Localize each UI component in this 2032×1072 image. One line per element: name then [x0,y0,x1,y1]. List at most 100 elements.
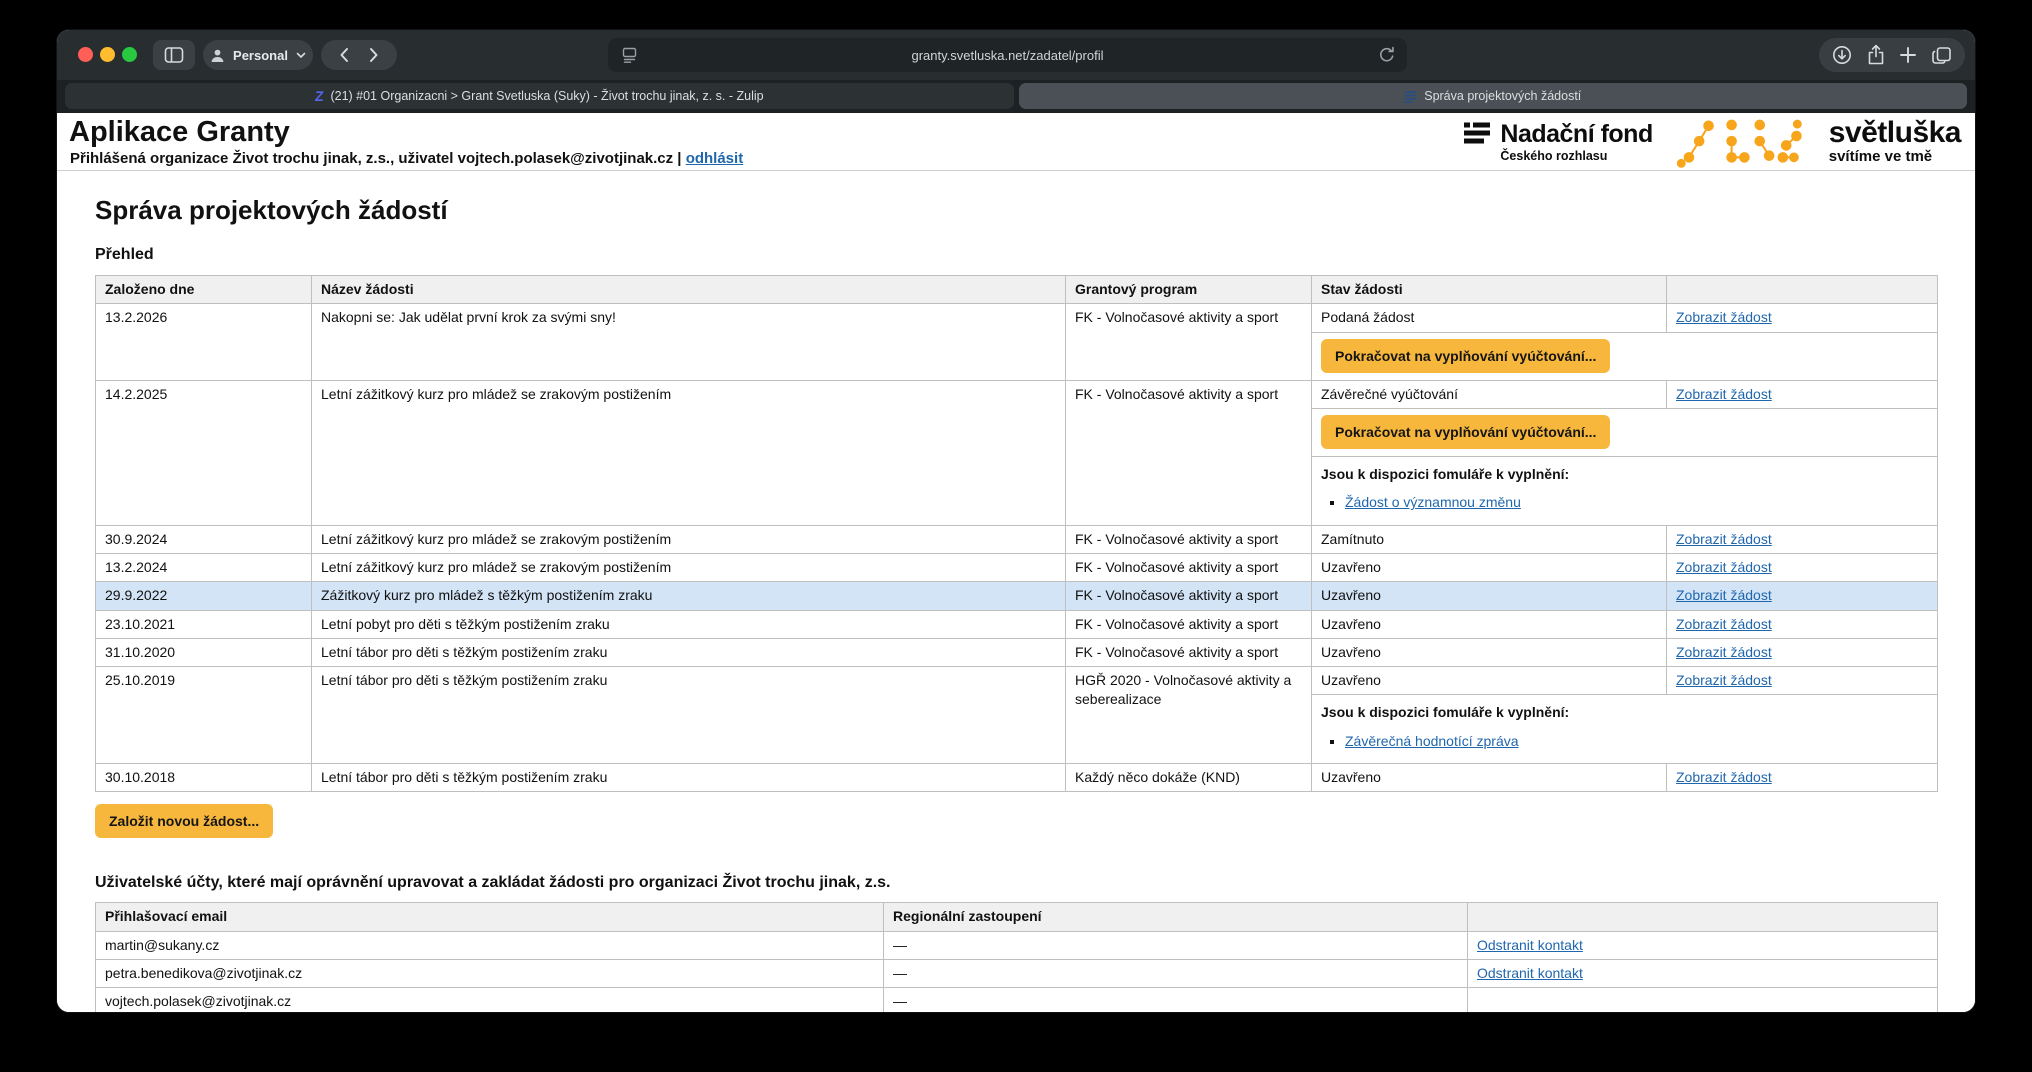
forms-list: Žádost o významnou změnu [1345,493,1928,512]
app-header: Aplikace Granty Přihlášená organizace Ži… [57,113,1975,171]
downloads-icon[interactable] [1832,45,1852,65]
tab-zulip-label: (21) #01 Organizacni > Grant Svetluska (… [330,89,763,103]
application-row: 13.2.2024Letní zážitkový kurz pro mládež… [96,553,1938,581]
application-action-cell: Zobrazit žádost [1667,667,1938,695]
application-date-cell: 25.10.2019 [96,667,312,764]
nadacni-fond-text: Nadační fond [1500,122,1652,147]
application-row: 29.9.2022Zážitkový kurz pro mládež s těž… [96,582,1938,610]
application-name-cell: Letní tábor pro děti s těžkým postižením… [312,667,1066,764]
forms-list-item: Žádost o významnou změnu [1345,493,1928,512]
remove-contact-link[interactable]: Odstranit kontakt [1477,965,1583,981]
application-program-cell: FK - Volnočasové aktivity a sport [1066,525,1312,553]
minimize-window-button[interactable] [100,47,115,62]
application-date-cell: 30.10.2018 [96,764,312,792]
users-heading: Uživatelské účty, které mají oprávnění u… [95,874,1937,892]
page-title: Správa projektových žádostí [95,195,1937,226]
chevron-down-icon [296,52,306,59]
application-program-cell: FK - Volnočasové aktivity a sport [1066,610,1312,638]
profile-label: Personal [233,48,288,63]
svetluska-text: světluška [1829,119,1961,148]
applications-table-body: 13.2.2026Nakopni se: Jak udělat první kr… [96,304,1938,792]
svitime-ve-tme-text: svítíme ve tmě [1829,148,1961,165]
col-status: Stav žádosti [1312,276,1667,304]
sidebar-toggle-button[interactable] [153,40,195,70]
application-date-cell: 30.9.2024 [96,525,312,553]
view-application-link[interactable]: Zobrazit žádost [1676,309,1772,325]
application-action-cell: Zobrazit žádost [1667,525,1938,553]
forms-available-heading: Jsou k dispozici fomuláře k vyplnění: [1321,465,1928,484]
application-action-cell: Zobrazit žádost [1667,304,1938,332]
view-application-link[interactable]: Zobrazit žádost [1676,769,1772,785]
toolbar-actions [1819,38,1965,72]
view-application-link[interactable]: Zobrazit žádost [1676,559,1772,575]
application-name-cell: Nakopni se: Jak udělat první krok za svý… [312,304,1066,380]
form-link[interactable]: Žádost o významnou změnu [1345,494,1521,510]
application-date-cell: 31.10.2020 [96,638,312,666]
remove-contact-link[interactable]: Odstranit kontakt [1477,937,1583,953]
new-tab-icon[interactable] [1899,46,1917,64]
user-region-cell: — [884,931,1468,959]
application-status-cell: Uzavřeno [1312,638,1667,666]
applications-table-header-row: Založeno dne Název žádosti Grantový prog… [96,276,1938,304]
col-regional-office: Regionální zastoupení [884,903,1468,931]
application-status-cell: Uzavřeno [1312,667,1667,695]
continue-settlement-button[interactable]: Pokračovat na vyplňování vyúčtování... [1321,339,1610,373]
application-name-cell: Letní pobyt pro děti s těžkým postižením… [312,610,1066,638]
form-link[interactable]: Závěrečná hodnotící zpráva [1345,733,1519,749]
person-icon [210,48,225,63]
user-email-cell: martin@sukany.cz [96,931,884,959]
reload-icon[interactable] [1378,46,1396,64]
address-bar[interactable]: granty.svetluska.net/zadatel/profil [608,38,1407,72]
application-action-cell: Zobrazit žádost [1667,610,1938,638]
view-application-link[interactable]: Zobrazit žádost [1676,616,1772,632]
application-action-cell: Zobrazit žádost [1667,380,1938,408]
zoom-window-button[interactable] [122,47,137,62]
view-application-link[interactable]: Zobrazit žádost [1676,644,1772,660]
tab-overview-icon[interactable] [1931,46,1952,65]
nadacni-fond-logo: Nadační fond Českého rozhlasu [1464,122,1652,163]
application-status-cell: Závěrečné vyúčtování [1312,380,1667,408]
share-icon[interactable] [1866,44,1886,66]
col-application-name: Název žádosti [312,276,1066,304]
application-status-cell: Uzavřeno [1312,582,1667,610]
application-button-cell: Pokračovat na vyplňování vyúčtování... [1312,332,1938,380]
application-action-cell: Zobrazit žádost [1667,553,1938,581]
back-icon[interactable] [339,47,349,63]
tab-zulip[interactable]: Z (21) #01 Organizacni > Grant Svetluska… [65,83,1014,109]
application-program-cell: FK - Volnočasové aktivity a sport [1066,582,1312,610]
header-logos: Nadační fond Českého rozhlasu [1464,113,1961,171]
application-program-cell: FK - Volnočasové aktivity a sport [1066,380,1312,525]
tab-granty-active[interactable]: Správa projektových žádostí [1019,83,1968,109]
view-application-link[interactable]: Zobrazit žádost [1676,386,1772,402]
page-content: Aplikace Granty Přihlášená organizace Ži… [57,113,1975,1012]
history-nav [321,40,397,70]
profile-switcher[interactable]: Personal [203,40,313,70]
ceskeho-rozhlasu-text: Českého rozhlasu [1500,149,1652,163]
application-button-cell: Pokračovat na vyplňování vyúčtování... [1312,408,1938,456]
application-status-cell: Zamítnuto [1312,525,1667,553]
application-row: 30.9.2024Letní zážitkový kurz pro mládež… [96,525,1938,553]
application-program-cell: FK - Volnočasové aktivity a sport [1066,553,1312,581]
application-name-cell: Letní zážitkový kurz pro mládež se zrako… [312,525,1066,553]
application-status-cell: Uzavřeno [1312,610,1667,638]
user-email-cell: petra.benedikova@zivotjinak.cz [96,960,884,988]
browser-toolbar: Personal granty.svetluska.net/zadatel/pr… [57,30,1975,80]
application-date-cell: 23.10.2021 [96,610,312,638]
cesky-rozhlas-icon [1464,122,1491,146]
view-application-link[interactable]: Zobrazit žádost [1676,531,1772,547]
logout-link[interactable]: odhlásit [686,150,744,167]
forward-icon[interactable] [369,47,379,63]
main-content: Správa projektových žádostí Přehled Zalo… [57,171,1975,1012]
continue-settlement-button[interactable]: Pokračovat na vyplňování vyúčtování... [1321,415,1610,449]
application-date-cell: 14.2.2025 [96,380,312,525]
users-table-header-row: Přihlašovací email Regionální zastoupení [96,903,1938,931]
close-window-button[interactable] [78,47,93,62]
view-application-link[interactable]: Zobrazit žádost [1676,587,1772,603]
view-application-link[interactable]: Zobrazit žádost [1676,672,1772,688]
application-row: 30.10.2018Letní tábor pro děti s těžkým … [96,764,1938,792]
new-application-button[interactable]: Založit novou žádost... [95,804,273,838]
application-name-cell: Letní tábor pro děti s těžkým postižením… [312,638,1066,666]
overview-heading: Přehled [95,246,1937,264]
user-row: vojtech.polasek@zivotjinak.cz— [96,988,1938,1012]
application-forms-cell: Jsou k dispozici fomuláře k vyplnění: Žád… [1312,456,1938,525]
